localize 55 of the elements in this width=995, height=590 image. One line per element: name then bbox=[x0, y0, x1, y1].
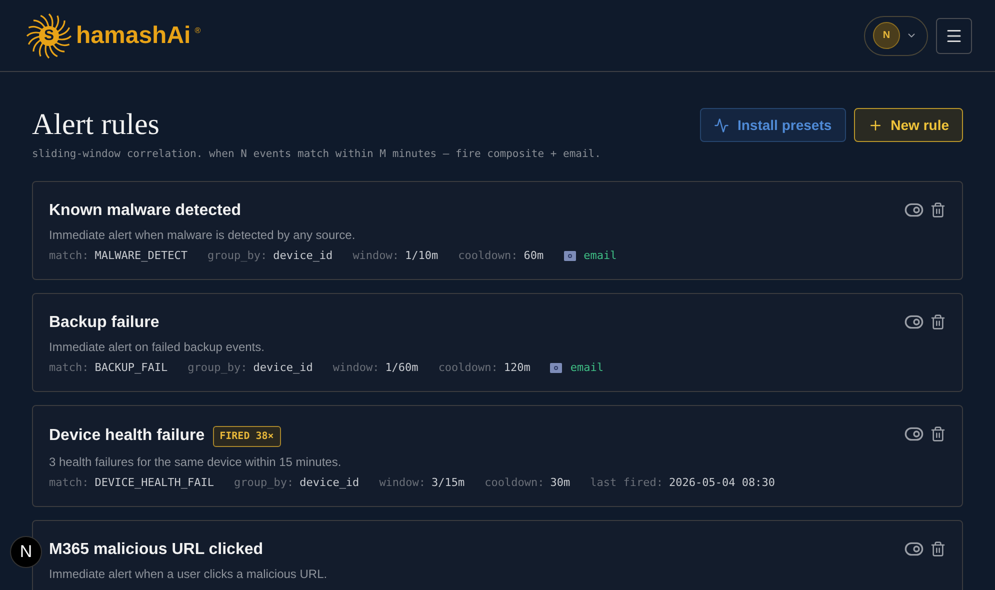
meta-label: match: bbox=[49, 360, 89, 375]
rule-title: Device health failure bbox=[49, 427, 205, 446]
plus-icon bbox=[868, 118, 883, 132]
meta-label: match: bbox=[49, 248, 89, 263]
channel-label: email bbox=[570, 360, 604, 375]
brand-name: hamashAi bbox=[76, 24, 191, 48]
meta-value: MALWARE_DETECT bbox=[94, 248, 188, 263]
account-button[interactable]: N bbox=[864, 16, 928, 56]
delete-icon[interactable] bbox=[930, 540, 946, 557]
meta-value: 2026-05-04 08:30 bbox=[669, 476, 775, 490]
rule-description: 3 health failures for the same device within 15 minutes. bbox=[49, 454, 342, 470]
meta-label: window: bbox=[332, 360, 380, 375]
install-presets-button[interactable]: Install presets bbox=[700, 108, 846, 142]
meta-value: device_id bbox=[273, 248, 333, 263]
meta-value: BACKUP_FAIL bbox=[94, 360, 168, 375]
page-subtitle: sliding-window correlation. when N events match within M minutes — fire composite + email. bbox=[32, 147, 601, 162]
delete-icon[interactable] bbox=[930, 202, 946, 218]
meta-label: group_by: bbox=[234, 476, 294, 490]
pulse-icon bbox=[714, 118, 730, 132]
rule-description: Immediate alert when a user clicks a malicious URL. bbox=[49, 566, 328, 582]
user-avatar: N bbox=[873, 22, 900, 49]
meta-label: last fired: bbox=[590, 476, 664, 490]
page-title: Alert rules bbox=[32, 107, 160, 143]
meta-label: cooldown: bbox=[438, 360, 498, 375]
rule-title: Known malware detected bbox=[49, 202, 242, 220]
channel-label: email bbox=[584, 248, 617, 263]
meta-label: cooldown: bbox=[458, 248, 518, 263]
registered-mark: ® bbox=[194, 24, 201, 36]
meta-label: group_by: bbox=[188, 360, 248, 375]
delete-icon[interactable] bbox=[930, 314, 946, 330]
email-channel-icon bbox=[564, 250, 576, 261]
menu-button[interactable] bbox=[936, 18, 972, 54]
rule-description: Immediate alert when malware is detected by any source. bbox=[49, 226, 356, 243]
meta-value: device_id bbox=[300, 476, 360, 490]
meta-value: DEVICE_HEALTH_FAIL bbox=[94, 476, 214, 490]
meta-value: 60m bbox=[524, 248, 544, 263]
meta-value: 1/10m bbox=[405, 248, 438, 263]
meta-value: device_id bbox=[253, 360, 313, 375]
meta-label: group_by: bbox=[207, 248, 268, 263]
rule-title: Backup failure bbox=[49, 314, 160, 332]
meta-value: 120m bbox=[504, 360, 530, 375]
meta-value: 30m bbox=[550, 476, 570, 490]
delete-icon[interactable] bbox=[930, 426, 946, 442]
fired-badge: FIRED 38× bbox=[212, 426, 281, 447]
rule-description: Immediate alert on failed backup events. bbox=[49, 338, 266, 355]
rule-title: M365 malicious URL clicked bbox=[49, 540, 264, 559]
meta-label: window: bbox=[352, 248, 400, 263]
email-channel-icon bbox=[550, 362, 562, 373]
new-rule-button[interactable]: New rule bbox=[854, 108, 963, 142]
meta-label: cooldown: bbox=[484, 476, 544, 490]
meta-value: 3/15m bbox=[432, 476, 465, 490]
meta-label: window: bbox=[379, 476, 426, 490]
meta-label: match: bbox=[49, 476, 89, 490]
meta-value: 1/60m bbox=[385, 360, 418, 375]
floating-badge-button[interactable]: N bbox=[10, 536, 42, 568]
